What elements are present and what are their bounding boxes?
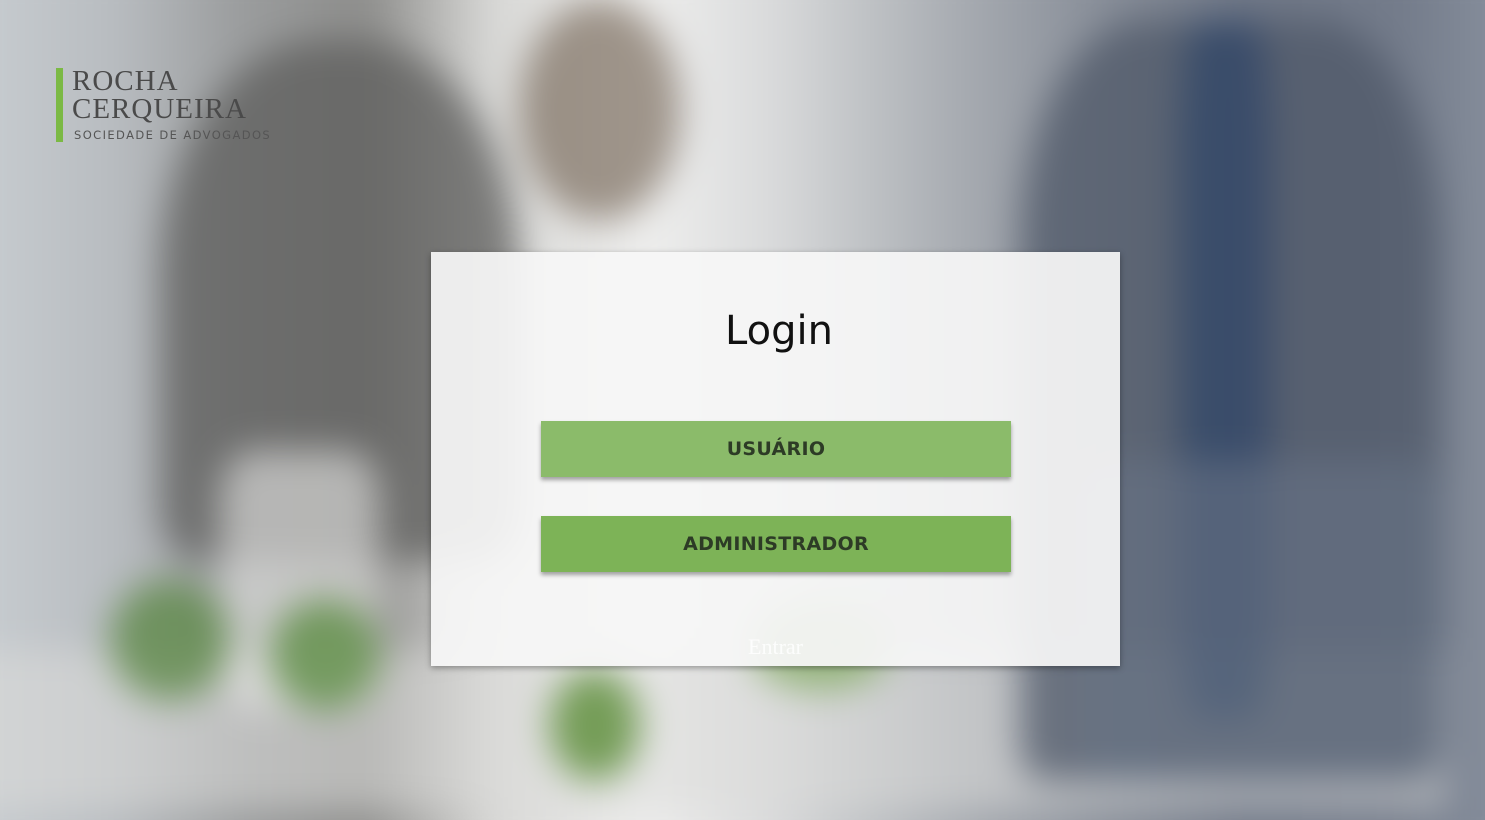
logo-line-1: ROCHA bbox=[72, 65, 179, 97]
logo-line-2: CERQUEIRA bbox=[72, 93, 247, 125]
user-login-button[interactable]: USUÁRIO bbox=[541, 421, 1011, 477]
company-logo: ROCHA CERQUEIRA SOCIEDADE DE ADVOGADOS bbox=[56, 66, 286, 146]
login-title: Login bbox=[725, 308, 833, 354]
enter-link[interactable]: Entrar bbox=[431, 634, 1120, 660]
logo-tagline: SOCIEDADE DE ADVOGADOS bbox=[74, 128, 272, 142]
login-screen: ROCHA CERQUEIRA SOCIEDADE DE ADVOGADOS L… bbox=[0, 0, 1485, 820]
admin-login-button[interactable]: ADMINISTRADOR bbox=[541, 516, 1011, 572]
login-card: Login USUÁRIO ADMINISTRADOR Entrar bbox=[431, 252, 1120, 666]
logo-accent-bar bbox=[56, 68, 63, 142]
